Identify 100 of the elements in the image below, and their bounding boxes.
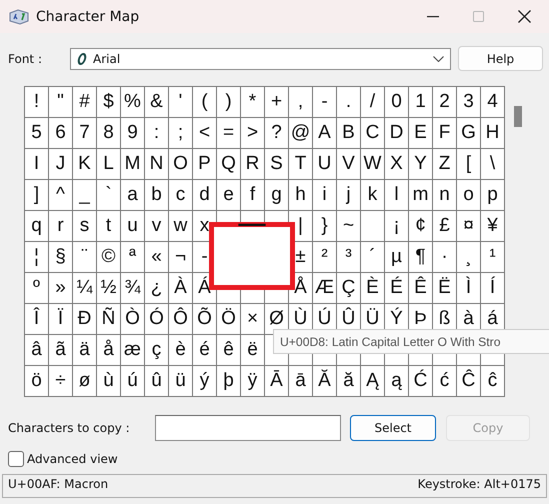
- character-cell[interactable]: ×: [241, 304, 265, 335]
- character-cell[interactable]: ª: [121, 242, 145, 273]
- advanced-view-checkbox[interactable]: [8, 451, 24, 467]
- character-cell[interactable]: t: [97, 211, 121, 242]
- character-cell[interactable]: ù: [97, 366, 121, 397]
- character-cell[interactable]: Ì: [457, 273, 481, 304]
- character-cell[interactable]: E: [409, 118, 433, 149]
- character-cell[interactable]: Ā: [265, 366, 289, 397]
- character-cell[interactable]: F: [433, 118, 457, 149]
- character-cell[interactable]: Ð: [73, 304, 97, 335]
- character-cell[interactable]: ): [217, 87, 241, 118]
- character-cell[interactable]: ;: [169, 118, 193, 149]
- character-cell[interactable]: Ö: [217, 304, 241, 335]
- character-cell[interactable]: ú: [121, 366, 145, 397]
- character-cell[interactable]: ÷: [49, 366, 73, 397]
- scrollbar-thumb[interactable]: [514, 106, 522, 127]
- character-cell[interactable]: J: [49, 149, 73, 180]
- character-cell[interactable]: $: [97, 87, 121, 118]
- character-cell[interactable]: Õ: [193, 304, 217, 335]
- character-cell[interactable]: +: [265, 87, 289, 118]
- character-cell[interactable]: ¡: [385, 211, 409, 242]
- character-cell[interactable]: 3: [457, 87, 481, 118]
- character-cell[interactable]: Y: [409, 149, 433, 180]
- character-cell[interactable]: \: [481, 149, 505, 180]
- character-cell[interactable]: ¥: [481, 211, 505, 242]
- character-cell[interactable]: R: [241, 149, 265, 180]
- character-cell[interactable]: Ò: [121, 304, 145, 335]
- character-cell[interactable]: 5: [25, 118, 49, 149]
- character-cell[interactable]: S: [265, 149, 289, 180]
- character-cell[interactable]: ¢: [409, 211, 433, 242]
- character-cell[interactable]: À: [169, 273, 193, 304]
- character-cell[interactable]: ÿ: [241, 366, 265, 397]
- character-cell[interactable]: Ê: [409, 273, 433, 304]
- character-cell[interactable]: T: [289, 149, 313, 180]
- character-cell[interactable]: ´: [361, 242, 385, 273]
- character-cell[interactable]: ¸: [457, 242, 481, 273]
- character-cell[interactable]: Ą: [361, 366, 385, 397]
- character-cell[interactable]: ø: [73, 366, 97, 397]
- character-cell[interactable]: Ï: [49, 304, 73, 335]
- character-cell[interactable]: ¨: [73, 242, 97, 273]
- character-cell[interactable]: É: [385, 273, 409, 304]
- character-cell[interactable]: Ç: [337, 273, 361, 304]
- character-cell[interactable]: è: [169, 335, 193, 366]
- character-cell[interactable]: .: [337, 87, 361, 118]
- character-cell[interactable]: H: [481, 118, 505, 149]
- character-cell[interactable]: d: [193, 180, 217, 211]
- character-cell[interactable]: A: [313, 118, 337, 149]
- character-cell[interactable]: U: [313, 149, 337, 180]
- character-cell[interactable]: O: [169, 149, 193, 180]
- character-cell[interactable]: [: [457, 149, 481, 180]
- character-cell[interactable]: å: [97, 335, 121, 366]
- character-cell[interactable]: ç: [145, 335, 169, 366]
- character-cell[interactable]: «: [145, 242, 169, 273]
- character-cell[interactable]: £: [433, 211, 457, 242]
- character-cell[interactable]: X: [385, 149, 409, 180]
- character-cell[interactable]: ½: [97, 273, 121, 304]
- character-cell[interactable]: Z: [433, 149, 457, 180]
- character-cell[interactable]: ¹: [481, 242, 505, 273]
- character-cell[interactable]: ä: [73, 335, 97, 366]
- character-cell[interactable]: b: [145, 180, 169, 211]
- character-cell[interactable]: ¦: [25, 242, 49, 273]
- character-cell[interactable]: û: [145, 366, 169, 397]
- character-cell[interactable]: ý: [193, 366, 217, 397]
- character-cell[interactable]: ¼: [73, 273, 97, 304]
- character-cell[interactable]: Î: [25, 304, 49, 335]
- character-cell[interactable]: I: [25, 149, 49, 180]
- minimize-button[interactable]: [427, 16, 439, 18]
- character-cell[interactable]: ë: [241, 335, 265, 366]
- character-cell[interactable]: l: [385, 180, 409, 211]
- character-cell[interactable]: µ: [385, 242, 409, 273]
- character-cell[interactable]: 9: [121, 118, 145, 149]
- character-cell[interactable]: ć: [433, 366, 457, 397]
- character-cell[interactable]: j: [337, 180, 361, 211]
- character-cell[interactable]: ã: [49, 335, 73, 366]
- character-cell[interactable]: =: [217, 118, 241, 149]
- character-cell[interactable]: â: [25, 335, 49, 366]
- character-cell[interactable]: ĉ: [481, 366, 505, 397]
- character-cell[interactable]: ©: [97, 242, 121, 273]
- character-cell[interactable]: ¾: [121, 273, 145, 304]
- character-cell[interactable]: a: [121, 180, 145, 211]
- character-cell[interactable]: f: [241, 180, 265, 211]
- character-cell[interactable]: c: [169, 180, 193, 211]
- character-cell[interactable]: Ñ: [97, 304, 121, 335]
- character-cell[interactable]: 2: [433, 87, 457, 118]
- character-cell[interactable]: /: [361, 87, 385, 118]
- character-cell[interactable]: 8: [97, 118, 121, 149]
- character-cell[interactable]: Q: [217, 149, 241, 180]
- character-cell[interactable]: (: [193, 87, 217, 118]
- character-cell[interactable]: G: [457, 118, 481, 149]
- character-cell[interactable]: p: [481, 180, 505, 211]
- character-cell[interactable]: q: [25, 211, 49, 242]
- character-cell[interactable]: L: [97, 149, 121, 180]
- character-cell[interactable]: e: [217, 180, 241, 211]
- character-cell[interactable]: ~: [337, 211, 361, 242]
- character-cell[interactable]: _: [73, 180, 97, 211]
- character-cell[interactable]: ·: [433, 242, 457, 273]
- character-cell[interactable]: ²: [313, 242, 337, 273]
- character-cell[interactable]: v: [145, 211, 169, 242]
- character-cell[interactable]: Ă: [313, 366, 337, 397]
- character-cell[interactable]: B: [337, 118, 361, 149]
